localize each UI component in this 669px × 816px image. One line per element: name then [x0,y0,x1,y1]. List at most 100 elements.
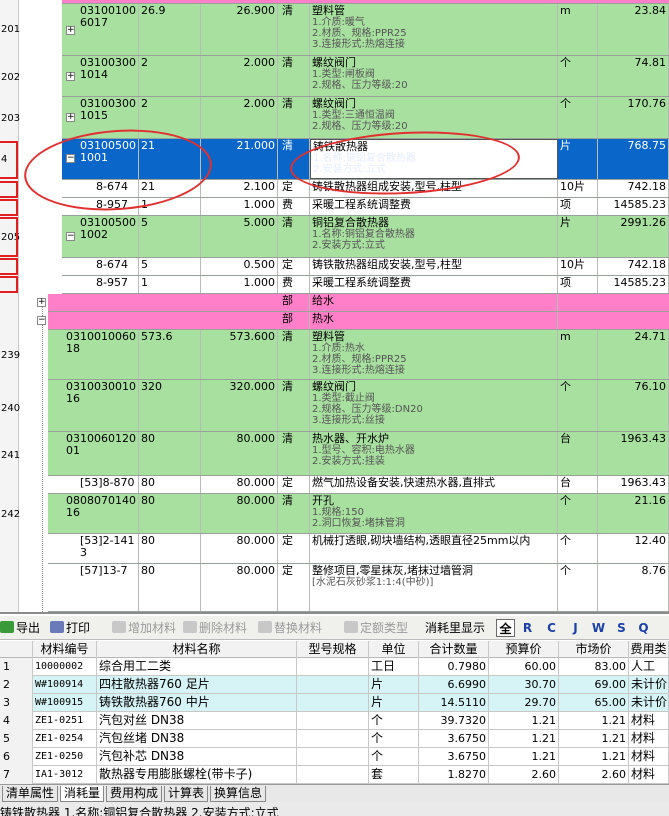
bill-row[interactable]: 031001006018 573.6 573.600 清 塑料管 1.介质:热水… [48,330,669,380]
bill-row[interactable]: 080807014016 80 80.000 清 开孔 1.规格:150 2.洞… [48,494,669,534]
quota-row[interactable]: [53]2-1413 80 80.000 定 机械打透眼,砌块墙结构,透眼直径2… [48,534,669,564]
tab-consumption[interactable]: 消耗量 [60,786,105,802]
item-name-cell[interactable]: 整修项目,零星抹灰,堵抹过墙管洞 [水泥石灰砂浆1:1:4(中砂)] [310,564,558,611]
filter-j[interactable]: J [566,619,585,637]
quantity-expr[interactable]: 21 [139,139,201,179]
quantity-expr[interactable]: 80 [139,564,201,611]
material-row[interactable]: 4 ZE1-0251 汽包对丝 DN38 个 39.7320 1.21 1.21… [0,712,669,730]
quantity-expr[interactable]: 320 [139,380,201,431]
collapse-icon[interactable]: − [37,316,46,325]
add-material-button[interactable]: 增加材料 [112,619,176,637]
item-name[interactable]: 机械打透眼,砌块墙结构,透眼直径25mm以内 [310,534,558,563]
item-name-cell[interactable]: 螺纹阀门 1.类型:闸板阀 2.规格、压力等级:20 [310,56,558,96]
filter-all[interactable]: 全 [496,619,515,637]
item-name-cell[interactable]: 螺纹阀门 1.类型:截止阀 2.规格、压力等级:DN20 3.连接形式:丝接 [310,380,558,431]
material-row[interactable]: 2 W#100914 四柱散热器760 足片 片 6.6990 30.70 69… [0,676,669,694]
header-budget-price[interactable]: 预算价 [489,641,559,658]
quantity-expr[interactable]: 80 [139,432,201,475]
header-code[interactable]: 材料编号 [33,641,97,658]
quantity[interactable]: 80.000 [201,494,278,533]
item-name-cell[interactable]: 铜铝复合散热器 1.名称:铜铝复合散热器 2.安装方式:立式 [310,216,558,257]
tab-bill-properties[interactable]: 清单属性 [2,786,59,802]
quantity-expr[interactable]: 2 [139,56,201,96]
market-price[interactable]: 1.21 [559,712,629,730]
item-name-cell[interactable]: 热水器、开水炉 1.型号、容积:电热水器 2.安装方式:挂装 [310,432,558,475]
bill-row[interactable]: + 031001006017 26.9 26.900 清 塑料管 1.介质:暖气… [62,4,669,56]
filter-w[interactable]: W [589,619,608,637]
quantity-expr[interactable]: 2 [139,97,201,138]
quantity[interactable]: 320.000 [201,380,278,431]
quantity[interactable]: 80.000 [201,432,278,475]
expand-icon[interactable]: + [66,113,75,122]
quantity-expr[interactable]: 1 [139,198,201,215]
item-name[interactable]: 铸铁散热器组成安装,型号,柱型 [310,258,558,275]
collapse-icon[interactable]: − [66,232,75,241]
quota-row[interactable]: [57]13-7 80 80.000 定 整修项目,零星抹灰,堵抹过墙管洞 [水… [48,564,669,612]
quantity-expr[interactable]: 5 [139,258,201,275]
bill-row[interactable]: 031006012001 80 80.000 清 热水器、开水炉 1.型号、容积… [48,432,669,476]
quantity[interactable]: 26.900 [201,4,278,55]
quantity[interactable]: 80.000 [201,564,278,611]
consumption-display-button[interactable]: 消耗里显示 [425,619,485,637]
filter-q[interactable]: Q [634,619,653,637]
collapse-icon[interactable]: − [66,154,75,163]
material-row[interactable]: 1 10000002 综合用工二类 工日 0.7980 60.00 83.00 … [0,658,669,676]
quantity-expr[interactable]: 1 [139,276,201,293]
expand-icon[interactable]: + [66,72,75,81]
item-name[interactable]: 采暖工程系统调整费 [310,276,558,293]
header-qty[interactable]: 合计数量 [419,641,489,658]
bill-row[interactable]: − 031005001002 5 5.000 清 铜铝复合散热器 1.名称:铜铝… [62,216,669,258]
filter-s[interactable]: S [612,619,631,637]
item-name-editor[interactable]: 铸铁散热器 1.名称:铜铝复合散热器 2.安装方式:立式 [310,139,558,179]
quantity-expr[interactable]: 573.6 [139,330,201,379]
item-name-cell[interactable]: 螺纹阀门 1.类型:三通恒温阀 2.规格、压力等级:20 [310,97,558,138]
quantity-expr[interactable]: 80 [139,534,201,563]
bill-row[interactable]: + 031003001014 2 2.000 清 螺纹阀门 1.类型:闸板阀 2… [62,56,669,97]
export-button[interactable]: 导出 [0,619,40,637]
quantity[interactable]: 2.000 [201,97,278,138]
tab-calculation-table[interactable]: 计算表 [164,786,209,802]
print-button[interactable]: 打印 [50,619,90,637]
quantity[interactable]: 573.600 [201,330,278,379]
quantity[interactable]: 2.000 [201,56,278,96]
quota-row[interactable]: 8-957 1 1.000 费 采暖工程系统调整费 项 14585.23 [62,276,669,294]
header-market-price[interactable]: 市场价 [559,641,629,658]
quantity[interactable]: 21.000 [201,139,278,179]
quantity-expr[interactable]: 5 [139,216,201,257]
quota-type-button[interactable]: 定额类型 [344,619,408,637]
material-row[interactable]: 6 ZE1-0250 汽包补芯 DN38 个 3.6750 1.21 1.21 … [0,748,669,766]
item-name[interactable]: 铸铁散热器组成安装,型号,柱型 [310,180,558,197]
header-name[interactable]: 材料名称 [97,641,297,658]
header-unit[interactable]: 单位 [369,641,419,658]
quantity[interactable]: 80.000 [201,534,278,563]
expand-icon[interactable]: + [37,298,46,307]
header-category[interactable]: 费用类 [629,641,669,658]
tab-conversion-info[interactable]: 换算信息 [210,786,267,802]
quantity-expr[interactable]: 26.9 [139,4,201,55]
material-row[interactable]: 3 W#100915 铸铁散热器760 中片 片 14.5110 29.70 6… [0,694,669,712]
bill-row[interactable]: 031003001016 320 320.000 清 螺纹阀门 1.类型:截止阀… [48,380,669,432]
quantity[interactable]: 1.000 [201,276,278,293]
filter-c[interactable]: C [542,619,561,637]
section-row-water-supply[interactable]: 部 给水 [48,294,669,312]
material-row[interactable]: 7 IA1-3012 散热器专用膨胀螺栓(带卡子) 套 1.8270 2.60 … [0,766,669,784]
market-price[interactable]: 69.00 [559,676,629,694]
item-name-cell[interactable]: 塑料管 1.介质:暖气 2.材质、规格:PPR25 3.连接形式:热熔连接 [310,4,558,55]
quantity[interactable]: 1.000 [201,198,278,215]
quota-row[interactable]: 8-674 5 0.500 定 铸铁散热器组成安装,型号,柱型 10片 742.… [62,258,669,276]
quantity[interactable]: 2.100 [201,180,278,197]
item-name-cell[interactable]: 塑料管 1.介质:热水 2.材质、规格:PPR25 3.连接形式:热熔连接 [310,330,558,379]
item-name-cell[interactable]: 开孔 1.规格:150 2.洞口恢复:堵抹管洞 [310,494,558,533]
market-price[interactable]: 83.00 [559,658,629,676]
market-price[interactable]: 1.21 [559,730,629,748]
bill-row[interactable]: + 031003001015 2 2.000 清 螺纹阀门 1.类型:三通恒温阀… [62,97,669,139]
quantity-expr[interactable]: 21 [139,180,201,197]
quantity[interactable]: 0.500 [201,258,278,275]
header-spec[interactable]: 型号规格 [297,641,369,658]
quantity[interactable]: 5.000 [201,216,278,257]
market-price[interactable]: 65.00 [559,694,629,712]
item-name[interactable]: 燃气加热设备安装,快速热水器,直排式 [310,476,558,493]
replace-material-button[interactable]: 替换材料 [258,619,322,637]
tab-cost-composition[interactable]: 费用构成 [106,786,163,802]
quantity[interactable]: 80.000 [201,476,278,493]
